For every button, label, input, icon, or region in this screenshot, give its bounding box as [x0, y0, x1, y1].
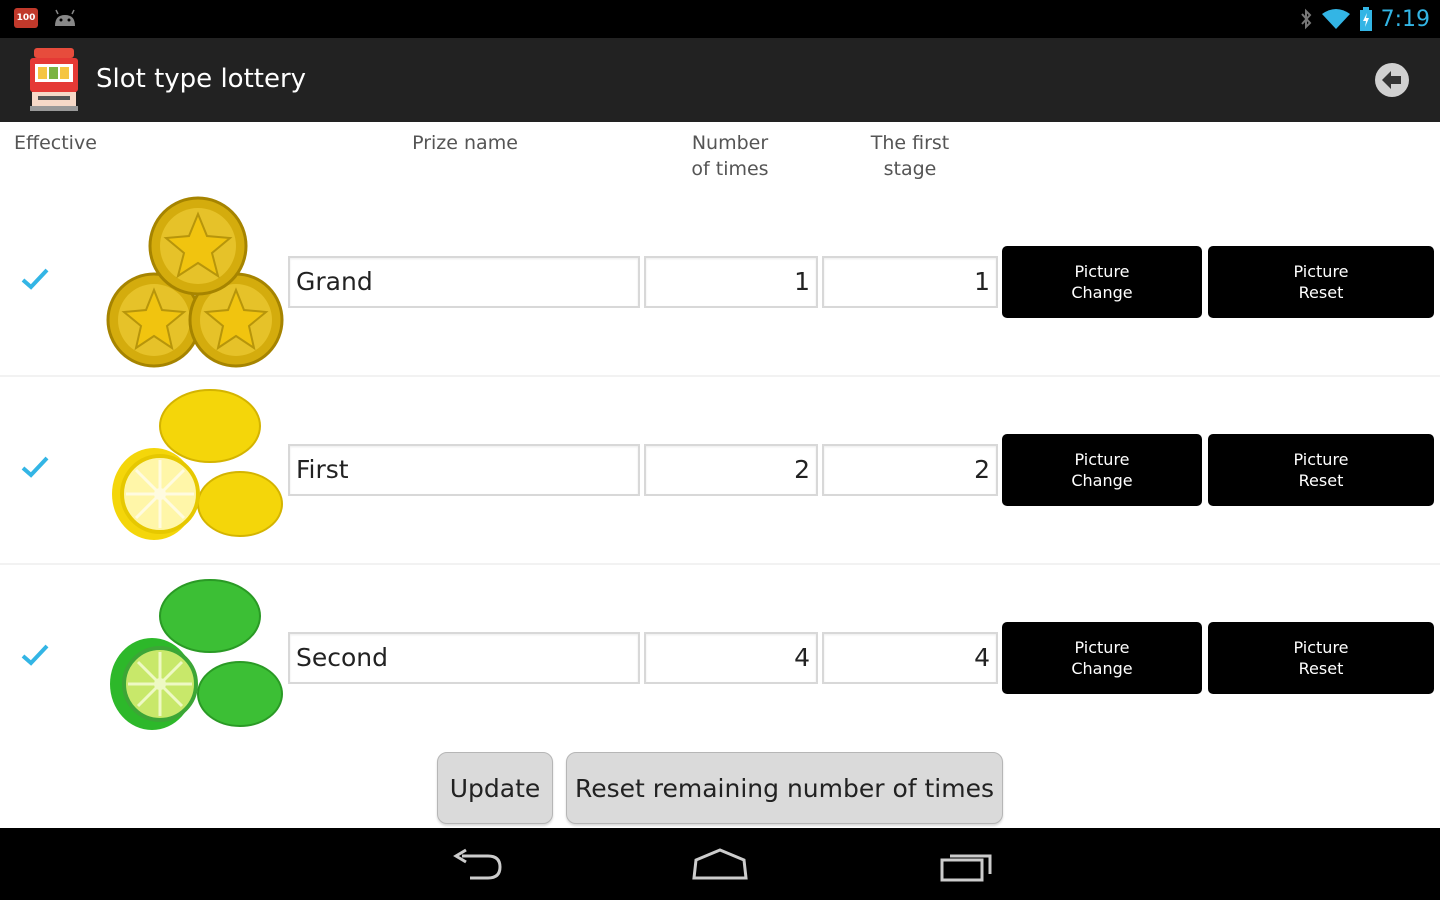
back-arrow-icon[interactable] — [1374, 62, 1410, 98]
picture-change-button[interactable]: Picture Change — [1002, 246, 1202, 318]
status-icons: 7:19 — [1299, 0, 1430, 38]
action-bar: Slot type lottery — [0, 38, 1440, 122]
picture-change-button[interactable]: Picture Change — [1002, 622, 1202, 694]
slot-machine-icon[interactable] — [28, 46, 80, 112]
picture-reset-button[interactable]: Picture Reset — [1208, 622, 1434, 694]
prize-row-first: First 2 2 Picture Change Picture Reset — [0, 378, 1440, 566]
picture-change-button[interactable]: Picture Change — [1002, 434, 1202, 506]
update-button[interactable]: Update — [437, 752, 553, 824]
prize-row-grand: Grand 1 1 Picture Change Picture Reset — [0, 190, 1440, 378]
clock: 7:19 — [1380, 6, 1430, 32]
notification-badge-icon: 100 — [14, 8, 38, 28]
prize-settings-panel: Effective Prize name Number of times The… — [0, 122, 1440, 828]
first-stage-input[interactable]: 4 — [822, 632, 998, 684]
row-divider — [0, 375, 1440, 377]
wifi-icon — [1321, 9, 1350, 29]
picture-reset-button[interactable]: Picture Reset — [1208, 434, 1434, 506]
app-title: Slot type lottery — [96, 64, 307, 94]
number-of-times-input[interactable]: 2 — [644, 444, 818, 496]
prize-name-input[interactable]: First — [288, 444, 640, 496]
android-icon — [55, 9, 75, 26]
header-number-of-times: Number of times — [691, 132, 769, 180]
home-nav-icon[interactable] — [690, 848, 750, 882]
recents-nav-icon[interactable] — [936, 848, 996, 882]
effective-checkbox[interactable] — [20, 642, 50, 668]
row-divider — [0, 563, 1440, 565]
prize-row-second: Second 4 4 Picture Change Picture Reset — [0, 566, 1440, 754]
picture-reset-button[interactable]: Picture Reset — [1208, 246, 1434, 318]
limes-icon[interactable] — [106, 576, 288, 752]
gold-coins-icon[interactable] — [106, 192, 288, 368]
prize-name-input[interactable]: Second — [288, 632, 640, 684]
back-nav-icon[interactable] — [448, 848, 508, 882]
lemons-icon[interactable] — [106, 384, 288, 560]
number-of-times-input[interactable]: 4 — [644, 632, 818, 684]
bluetooth-icon — [1300, 8, 1311, 30]
battery-icon — [1359, 7, 1372, 31]
effective-checkbox[interactable] — [20, 266, 50, 292]
status-bar: 100 7:19 — [0, 0, 1440, 38]
reset-remaining-button[interactable]: Reset remaining number of times — [566, 752, 1003, 824]
number-of-times-input[interactable]: 1 — [644, 256, 818, 308]
header-effective: Effective — [14, 132, 97, 154]
prize-name-input[interactable]: Grand — [288, 256, 640, 308]
first-stage-input[interactable]: 1 — [822, 256, 998, 308]
header-first-stage: The first stage — [870, 132, 950, 180]
first-stage-input[interactable]: 2 — [822, 444, 998, 496]
navigation-bar — [0, 828, 1440, 900]
effective-checkbox[interactable] — [20, 454, 50, 480]
header-prize-name: Prize name — [412, 132, 518, 154]
